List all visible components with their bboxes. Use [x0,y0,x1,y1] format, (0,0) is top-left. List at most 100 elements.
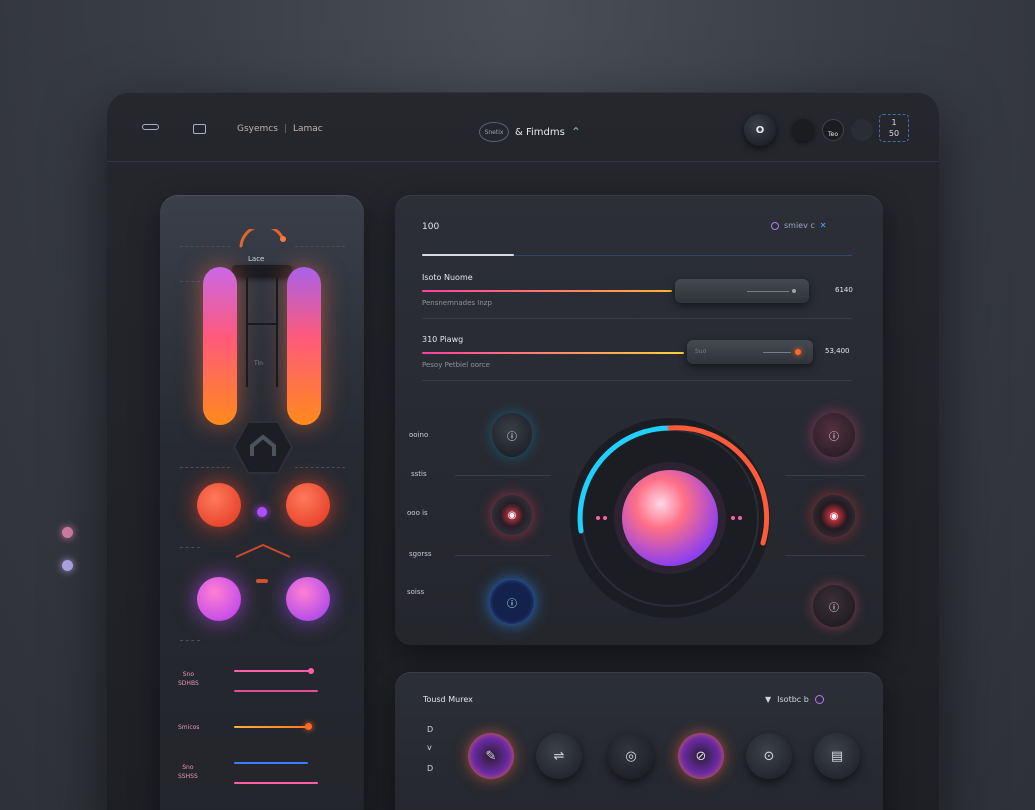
row1-value: 6140 [835,286,853,294]
side-marker[interactable]: D [427,764,433,773]
knob-top-left[interactable]: ⓘ [492,413,532,457]
window-icon[interactable] [193,124,206,134]
side-dot-pink[interactable] [62,527,73,538]
label-line: SDHBS [178,680,199,687]
level-line[interactable] [234,690,318,692]
red-button-left[interactable] [197,483,241,527]
knob-mid-left[interactable]: ◉ [492,495,532,535]
level-line[interactable] [234,670,310,672]
grid-line [785,475,865,476]
equalizer-button[interactable]: ⇌ [536,733,582,779]
breadcrumb-item[interactable]: Lamac [293,124,323,134]
knob-bottom-right[interactable]: ⓘ [813,585,855,627]
hexagon-icon[interactable] [232,420,294,475]
bottom-title: Tousd Murex [423,695,473,704]
circle-icon [771,221,779,230]
gauge-label: Lace [248,255,265,263]
level-line[interactable] [234,782,318,784]
app-window: Gsyemcs | Lamac Snetix & Fimdms ⌃ O Teo … [107,92,939,810]
left-label-3: Sno SSHSS [178,763,198,781]
divider [180,467,230,468]
close-icon[interactable]: ✕ [820,221,827,230]
progress-fill[interactable] [422,254,514,256]
divider [180,281,200,282]
left-label-1: Sno SDHBS [178,670,199,688]
level-handle[interactable] [308,668,314,674]
search-button[interactable]: ⊙ [746,733,792,779]
header-right[interactable]: smiev c ✕ [771,221,826,230]
power-button-label: O [755,124,765,136]
circle-icon [814,695,824,704]
brand-name: & Fimdms [515,126,565,138]
film-button[interactable]: ▤ [814,733,860,779]
control-label-1: ooino [409,431,429,439]
breadcrumb-item[interactable]: Gsyemcs [237,124,278,134]
purple-button-left[interactable] [197,577,241,621]
gauge-bridge [232,265,292,277]
left-label-2: Smicos [178,723,199,732]
side-marker[interactable]: D [427,725,433,734]
divider [180,640,200,641]
level-line[interactable] [234,726,308,728]
level-bar-right[interactable] [287,267,321,425]
level-bar-left[interactable] [203,267,237,425]
record-button[interactable]: ◎ [608,733,654,779]
level-line[interactable] [234,762,308,764]
row1-track [422,290,672,292]
knob-mid-right[interactable]: ◉ [813,495,855,537]
chevron-up-icon [235,543,291,558]
bottom-right[interactable]: ▼ Isotbc b [765,695,824,704]
divider [180,246,230,247]
level-handle[interactable] [305,723,312,730]
dial-button[interactable]: Teo [822,119,844,141]
row2-slider-text: Suo [695,348,707,355]
slider-dot [792,289,796,293]
label-line: Sno [182,764,194,771]
row2-title: 310 Piawg [422,335,464,344]
row2-slider[interactable]: Suo [687,340,813,364]
divider [295,467,345,468]
knob-top-right[interactable]: ⓘ [813,413,855,457]
brand: Snetix & Fimdms ⌃ [479,122,581,142]
toggle-button[interactable]: ⊘ [678,733,724,779]
center-marker [246,323,278,325]
badge-bottom: 50 [888,129,900,138]
row2-track [422,352,684,354]
dial-label: Teo [827,130,838,138]
red-button-right[interactable] [286,483,330,527]
slider-dot [795,349,801,355]
profile-button[interactable] [851,119,873,141]
grid-line [785,555,865,556]
divider [180,547,200,548]
label-line: Smicos [178,724,200,731]
top-bar: Gsyemcs | Lamac Snetix & Fimdms ⌃ O Teo … [107,92,939,162]
control-label-5: soiss [407,588,425,596]
side-marker[interactable]: v [427,743,432,752]
slider-line [747,291,789,292]
pen-button[interactable]: ✎ [468,733,514,779]
row2-value: 53,400 [825,347,850,355]
arrow-up-icon[interactable]: ⌃ [571,125,581,139]
control-label-2: sstis [411,470,427,478]
toggle-button[interactable] [792,119,814,141]
brand-logo: Snetix [479,122,509,142]
main-dial[interactable] [565,413,775,623]
knob-bottom-left[interactable]: ⓘ [490,580,534,624]
center-dash [256,579,268,583]
notification-badge[interactable]: 1 50 [879,114,909,142]
indicator-dot [257,507,267,517]
row1-title: Isoto Nuome [422,273,473,282]
header-right-label: smiev c [784,221,815,230]
breadcrumb: Gsyemcs | Lamac [237,124,323,134]
breadcrumb-separator: | [283,124,287,134]
level-panel: Lace Tin Sno SDHBS Smicos Sno SSHSS [160,195,364,810]
slider-line [763,352,791,353]
side-dot-lavender[interactable] [62,560,73,571]
purple-button-right[interactable] [286,577,330,621]
row1-slider[interactable] [675,279,809,303]
row1-divider [422,318,852,319]
menu-icon[interactable] [142,124,159,130]
header-value: 100 [422,222,440,232]
power-button[interactable]: O [744,114,776,146]
control-label-3: ooo is [407,509,428,517]
